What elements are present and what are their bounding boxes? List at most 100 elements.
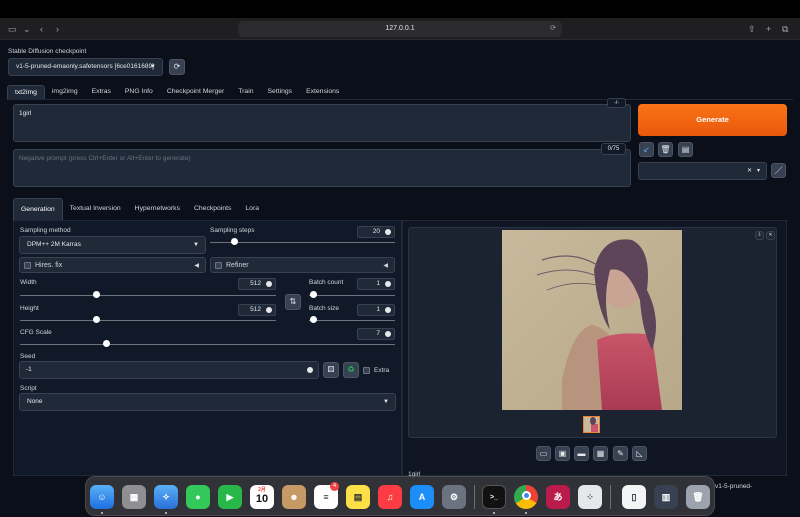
generated-image[interactable] (502, 230, 682, 410)
checkpoint-select[interactable]: v1-5-pruned-emaonly.safetensors [6ce0161… (8, 58, 163, 76)
tab-extensions[interactable]: Extensions (299, 85, 346, 100)
trash-prompt-button[interactable]: 🗑 (658, 142, 673, 157)
sampling-steps-knob[interactable] (230, 238, 238, 245)
tab-img2img[interactable]: img2img (45, 85, 85, 100)
send-to-img2img-button[interactable]: ▦ (593, 446, 608, 461)
collapse-left-icon[interactable]: ◀ (194, 262, 199, 269)
cfg-scale-slider[interactable] (20, 344, 395, 345)
stepper-icon[interactable] (385, 281, 391, 287)
contacts-icon[interactable]: ☻ (282, 485, 306, 509)
kana-icon[interactable]: あ (546, 485, 570, 509)
calendar-icon[interactable]: 2月 10 (250, 485, 274, 509)
negative-prompt-input[interactable]: Negative prompt (press Ctrl+Enter or Alt… (13, 149, 631, 187)
cfg-scale-knob[interactable] (102, 340, 110, 347)
tab-textual-inversion[interactable]: Textual Inversion (63, 198, 128, 221)
width-value: 512 (250, 280, 261, 287)
negative-token-counter: 0/75 (601, 143, 626, 155)
app-store-icon[interactable]: A (410, 485, 434, 509)
forward-icon[interactable]: › (56, 18, 59, 40)
tab-checkpoint-merger[interactable]: Checkpoint Merger (160, 85, 231, 100)
reload-icon[interactable]: ⟳ (550, 21, 556, 37)
batch-count-input[interactable]: 1 (357, 278, 395, 290)
refiner-row[interactable]: Refiner ◀ (210, 257, 395, 273)
cfg-scale-input[interactable]: 7 (357, 328, 395, 340)
swap-dimensions-button[interactable]: ⇅ (285, 294, 301, 310)
stepper-icon[interactable] (385, 229, 391, 235)
system-settings-icon[interactable]: ⚙ (442, 485, 466, 509)
notes-icon[interactable]: ▤ (346, 485, 370, 509)
terminal-icon[interactable]: >_ (482, 485, 506, 509)
downloads-icon[interactable]: ▥ (654, 485, 678, 509)
clear-icon[interactable]: ✕ (747, 163, 752, 179)
tab-generation[interactable]: Generation (13, 198, 63, 221)
batch-size-input[interactable]: 1 (357, 304, 395, 316)
share-icon[interactable]: ⇪ (748, 18, 756, 40)
batch-size-knob[interactable] (309, 316, 317, 323)
random-seed-button[interactable]: ⚄ (323, 362, 339, 378)
read-params-button[interactable]: ↙ (639, 142, 654, 157)
tab-hypernetworks[interactable]: Hypernetworks (128, 198, 187, 221)
launcher-icon[interactable]: ⁘ (578, 485, 602, 509)
tab-settings[interactable]: Settings (261, 85, 300, 100)
send-to-extras-button[interactable]: ◺ (632, 446, 647, 461)
apply-styles-button[interactable]: ▤ (678, 142, 693, 157)
collapse-left-icon[interactable]: ◀ (383, 262, 388, 269)
batch-size-slider[interactable] (309, 320, 395, 321)
refiner-checkbox[interactable] (215, 262, 222, 269)
tab-png-info[interactable]: PNG Info (118, 85, 160, 100)
stepper-icon[interactable] (385, 331, 391, 337)
facetime-icon[interactable]: ▶ (218, 485, 242, 509)
trash-icon[interactable]: 🗑 (686, 485, 710, 509)
sidebar-toggle-icon[interactable]: ▭ (8, 18, 17, 40)
stepper-icon[interactable] (266, 281, 272, 287)
tab-extras[interactable]: Extras (85, 85, 118, 100)
extra-seed-checkbox[interactable] (363, 367, 370, 374)
seed-input[interactable]: -1 (19, 361, 319, 379)
height-slider[interactable] (20, 320, 276, 321)
sampling-steps-slider[interactable] (210, 242, 395, 243)
zip-button[interactable]: ▬ (574, 446, 589, 461)
edit-styles-button[interactable]: ／ (771, 163, 786, 178)
hires-fix-checkbox[interactable] (24, 262, 31, 269)
chrome-icon[interactable] (514, 485, 538, 509)
sampling-steps-input[interactable]: 20 (357, 226, 395, 238)
tab-txt2img[interactable]: txt2img (7, 85, 45, 100)
stepper-icon[interactable] (266, 307, 272, 313)
tab-lora[interactable]: Lora (238, 198, 266, 221)
tab-train[interactable]: Train (231, 85, 260, 100)
generate-button[interactable]: Generate (638, 104, 787, 136)
tabs-overview-icon[interactable]: ⧉ (782, 18, 788, 40)
refresh-checkpoint-button[interactable]: ⟳ (169, 59, 185, 75)
save-button[interactable]: ▣ (555, 446, 570, 461)
styles-select[interactable]: ✕ ▾ (638, 162, 767, 180)
address-bar[interactable]: 127.0.0.1 ⟳ (238, 21, 562, 37)
height-input[interactable]: 512 (238, 304, 276, 316)
download-icon[interactable]: ⇩ (755, 231, 764, 240)
finder-icon[interactable]: ☺ (90, 485, 114, 509)
launchpad-icon[interactable]: ▦ (122, 485, 146, 509)
open-folder-button[interactable]: ▭ (536, 446, 551, 461)
prompt-input[interactable]: 1girl (13, 104, 631, 142)
sampling-method-select[interactable]: DPM++ 2M Karras ▼ (19, 236, 206, 254)
music-icon[interactable]: ♫ (378, 485, 402, 509)
new-tab-icon[interactable]: + (766, 18, 771, 40)
hires-fix-row[interactable]: Hires. fix ◀ (19, 257, 206, 273)
width-input[interactable]: 512 (238, 278, 276, 290)
image-icon: ▦ (596, 449, 605, 458)
preview-icon[interactable]: ▯ (622, 485, 646, 509)
stepper-icon[interactable] (385, 307, 391, 313)
chevron-down-icon[interactable]: ⌄ (23, 18, 31, 40)
script-select[interactable]: None ▼ (19, 393, 396, 411)
batch-count-slider[interactable] (309, 295, 395, 296)
close-icon[interactable]: ✕ (766, 231, 775, 240)
reuse-seed-button[interactable]: ♻ (343, 362, 359, 378)
batch-count-knob[interactable] (309, 291, 317, 298)
image-thumbnail[interactable] (583, 416, 600, 433)
send-to-inpaint-button[interactable]: ✎ (613, 446, 628, 461)
stepper-icon[interactable] (307, 367, 313, 373)
safari-icon[interactable]: ✧ (154, 485, 178, 509)
messages-icon[interactable]: ● (186, 485, 210, 509)
tab-checkpoints[interactable]: Checkpoints (187, 198, 238, 221)
width-slider[interactable] (20, 295, 276, 296)
back-icon[interactable]: ‹ (40, 18, 43, 40)
